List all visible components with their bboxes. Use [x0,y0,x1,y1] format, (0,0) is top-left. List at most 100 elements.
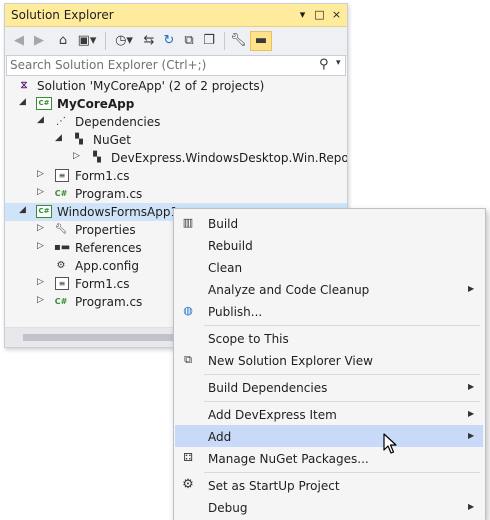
solution-icon: ⧖ [20,80,28,91]
tree-item-solution[interactable]: ⧖ Solution 'MyCoreApp' (2 of 2 projects) [5,77,347,95]
collapsed-arrow-icon[interactable]: ▷ [37,223,44,233]
csharp-project-icon: C# [36,205,52,218]
menu-item-label: Analyze and Code Cleanup [208,283,370,297]
submenu-arrow-icon: ▶ [468,382,475,391]
collapsed-arrow-icon[interactable]: ▷ [37,187,44,197]
switch-views-icon[interactable]: ▣▾ [75,32,99,50]
menu-item-label: Rebuild [208,239,253,253]
window-position-dropdown-icon[interactable]: ▾ [295,7,310,22]
toolbar: ◀ ▶ ⌂ ▣▾ ◷▾ ⇆ ↻ ⧉ ❐ 🔧︎ ▬ [5,27,347,56]
submenu-arrow-icon: ▶ [468,502,475,511]
search-box[interactable]: ⚲ ▾ [6,55,346,76]
preview-selected-items-icon[interactable]: ▬ [250,31,272,51]
toolbar-separator [105,32,106,50]
title-bar: Solution Explorer ▾ □ × [5,4,347,27]
tree-item-label: References [75,241,142,255]
nuget-manage-icon: ⚃ [183,451,193,464]
search-input[interactable] [10,57,300,73]
tree-item-label: Dependencies [75,115,161,129]
collapsed-arrow-icon[interactable]: ▷ [37,169,44,179]
sync-with-document-icon[interactable]: ⇆ [141,32,157,50]
config-icon: ⚙ [56,260,66,271]
home-icon[interactable]: ⌂ [55,32,71,50]
csharp-file-icon: C# [54,297,68,306]
expanded-arrow-icon[interactable]: ◢ [37,115,44,125]
menu-item-label: Set as StartUp Project [208,479,340,493]
menu-item-label: Add DevExpress Item [208,408,337,422]
references-icon: ▪▬ [54,242,71,253]
build-icon: ▥ [182,216,194,229]
maximize-icon[interactable]: □ [312,7,327,22]
expanded-arrow-icon[interactable]: ◢ [19,205,26,215]
menu-item-add-devexpress-item[interactable]: Add DevExpress Item ▶ [175,403,483,425]
expanded-arrow-icon[interactable]: ◢ [55,133,62,143]
tree-item-label: MyCoreApp [57,97,135,111]
menu-separator [204,325,480,326]
mouse-cursor-icon [383,433,397,454]
context-menu: ▥ Build Rebuild Clean Analyze and Code C… [173,208,486,520]
collapsed-arrow-icon[interactable]: ▷ [37,241,44,251]
submenu-arrow-icon: ▶ [468,431,475,440]
menu-item-set-as-startup-project[interactable]: ⚙ Set as StartUp Project [175,474,483,496]
tree-item-label: Program.cs [75,295,143,309]
menu-item-build[interactable]: ▥ Build [175,212,483,234]
globe-icon: ◍ [183,304,193,317]
menu-item-label: Debug [208,501,248,515]
collapse-all-icon[interactable]: ⧉ [181,32,197,50]
menu-item-add[interactable]: Add ▶ [175,425,483,447]
tree-item-label: App.config [75,259,139,273]
tree-item-package[interactable]: ▷ ▚ DevExpress.WindowsDesktop.Win.Report… [5,149,347,167]
gear-icon: ⚙ [182,477,194,492]
panel-title: Solution Explorer [11,8,114,22]
collapsed-arrow-icon[interactable]: ▷ [37,295,44,305]
tree-item-form1[interactable]: ▷ ≡ Form1.cs [5,167,347,185]
dependencies-icon: ⋰ [56,116,66,127]
menu-item-label: Clean [208,261,243,275]
nuget-icon: ▚ [75,134,83,145]
form-icon: ≡ [55,169,69,182]
expanded-arrow-icon[interactable]: ◢ [19,97,26,107]
menu-item-label: Publish... [208,305,263,319]
toolbar-separator [224,32,225,50]
menu-item-rebuild[interactable]: Rebuild [175,234,483,256]
menu-item-build-dependencies[interactable]: Build Dependencies ▶ [175,376,483,398]
tree-item-label: Properties [75,223,136,237]
menu-item-debug[interactable]: Debug ▶ [175,496,483,518]
menu-item-publish[interactable]: ◍ Publish... [175,300,483,322]
tree-item-nuget[interactable]: ◢ ▚ NuGet [5,131,347,149]
menu-item-label: New Solution Explorer View [208,354,373,368]
back-icon[interactable]: ◀ [11,32,27,50]
scrollbar-thumb[interactable] [23,334,193,341]
menu-item-scope-to-this[interactable]: Scope to This [175,327,483,349]
menu-item-label: Build Dependencies [208,381,328,395]
tree-item-label: Form1.cs [75,277,130,291]
csharp-project-icon: C# [36,97,52,110]
menu-item-label: Manage NuGet Packages... [208,452,369,466]
refresh-icon[interactable]: ↻ [161,32,177,50]
package-icon: ▚ [93,152,101,163]
search-icon[interactable]: ⚲ [319,57,329,72]
new-view-icon: ⧉ [184,353,192,366]
search-options-dropdown-icon[interactable]: ▾ [336,58,341,68]
tree-item-dependencies[interactable]: ◢ ⋰ Dependencies [5,113,347,131]
forward-icon[interactable]: ▶ [31,32,47,50]
tree-item-mycoreapp[interactable]: ◢ C# MyCoreApp [5,95,347,113]
menu-item-label: Add [208,430,232,444]
menu-separator [204,401,480,402]
close-icon[interactable]: × [329,7,344,22]
menu-item-analyze-and-code-cleanup[interactable]: Analyze and Code Cleanup ▶ [175,278,483,300]
properties-wrench-icon[interactable]: 🔧︎ [230,32,247,50]
menu-item-label: Scope to This [208,332,289,346]
tree-item-label: DevExpress.WindowsDesktop.Win.Reporting [111,151,347,165]
collapsed-arrow-icon[interactable]: ▷ [37,277,44,287]
menu-item-label: Build [208,217,239,231]
tree-item-program[interactable]: ▷ C# Program.cs [5,185,347,203]
tree-item-label: Solution 'MyCoreApp' (2 of 2 projects) [37,79,265,93]
menu-item-clean[interactable]: Clean [175,256,483,278]
show-all-files-icon[interactable]: ❐ [201,32,217,50]
menu-item-new-solution-explorer-view[interactable]: ⧉ New Solution Explorer View [175,349,483,371]
pending-changes-filter-icon[interactable]: ◷▾ [111,32,137,50]
tree-item-label: Program.cs [75,187,143,201]
menu-item-manage-nuget-packages[interactable]: ⚃ Manage NuGet Packages... [175,447,483,469]
collapsed-arrow-icon[interactable]: ▷ [73,151,80,161]
